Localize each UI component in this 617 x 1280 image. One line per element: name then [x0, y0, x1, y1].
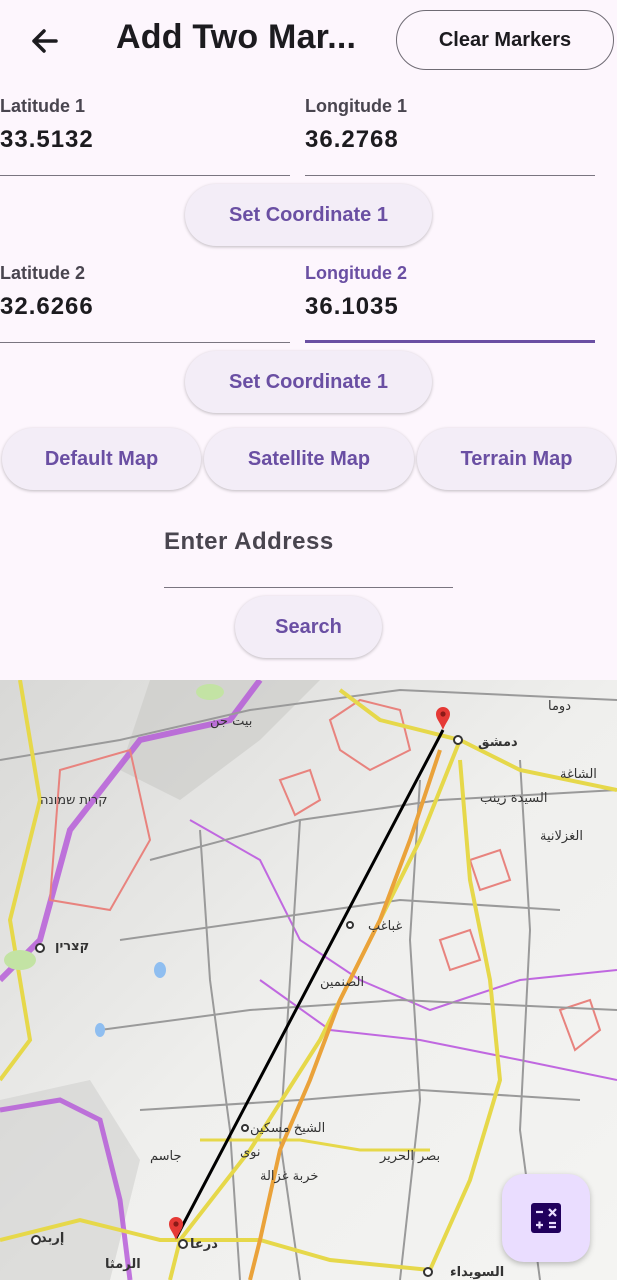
field-underline — [305, 174, 595, 176]
longitude-1-value[interactable]: 36.2768 — [305, 126, 399, 154]
map-label: الشاغة — [560, 767, 597, 782]
map-label: دمشق — [478, 735, 518, 750]
longitude-1-field[interactable]: Longitude 1 36.2768 — [305, 96, 595, 176]
calculate-icon — [531, 1203, 561, 1233]
page-title: Add Two Mar... — [116, 18, 357, 56]
terrain-map-button[interactable]: Terrain Map — [417, 428, 616, 490]
map-label: غباغب — [368, 919, 402, 934]
vegetation — [4, 950, 36, 970]
field-underline — [164, 586, 453, 588]
town-dot — [453, 735, 463, 745]
map-label: دوما — [548, 699, 571, 714]
town-dot — [31, 1235, 41, 1245]
water — [95, 1023, 105, 1037]
app-bar: Add Two Mar... Clear Markers — [0, 0, 617, 82]
search-button[interactable]: Search — [235, 596, 382, 658]
latitude-1-value[interactable]: 33.5132 — [0, 126, 94, 154]
town-dot — [241, 1124, 249, 1132]
longitude-1-label: Longitude 1 — [305, 96, 407, 116]
map-label: بصر الحرير — [379, 1149, 440, 1164]
latitude-1-field[interactable]: Latitude 1 33.5132 — [0, 96, 290, 176]
map-label: קצרין — [55, 939, 89, 954]
address-placeholder: Enter Address — [164, 528, 334, 555]
map-label: السيدة زينب — [480, 791, 547, 806]
latitude-2-label: Latitude 2 — [0, 263, 86, 283]
longitude-2-field[interactable]: Longitude 2 36.1035 — [305, 263, 595, 343]
map-label: إربد — [40, 1231, 64, 1246]
field-underline-focused — [305, 340, 595, 343]
vegetation — [196, 684, 224, 700]
map-label: بيت جن — [210, 714, 252, 729]
set-coordinate-1-button[interactable]: Set Coordinate 1 — [185, 184, 432, 246]
field-underline — [0, 174, 290, 176]
map-label: نوى — [240, 1145, 261, 1160]
field-underline — [0, 341, 290, 343]
town-dot — [178, 1239, 188, 1249]
town-dot — [423, 1267, 433, 1277]
latitude-2-field[interactable]: Latitude 2 32.6266 — [0, 263, 290, 343]
map-label: الصنمين — [320, 975, 364, 990]
map-label: درعا — [190, 1237, 218, 1252]
calculate-fab[interactable] — [502, 1174, 590, 1262]
arrow-back-icon — [32, 29, 58, 53]
longitude-2-label: Longitude 2 — [305, 263, 407, 283]
map-label: جاسم — [150, 1149, 182, 1164]
map-label: קרית שמונה — [40, 793, 107, 808]
latitude-2-value[interactable]: 32.6266 — [0, 293, 94, 321]
longitude-2-value[interactable]: 36.1035 — [305, 293, 399, 321]
latitude-1-label: Latitude 1 — [0, 96, 86, 116]
map-label: خربة غزالة — [260, 1169, 318, 1184]
set-coordinate-2-button[interactable]: Set Coordinate 1 — [185, 351, 432, 413]
default-map-button[interactable]: Default Map — [2, 428, 201, 490]
water — [154, 962, 166, 978]
satellite-map-button[interactable]: Satellite Map — [204, 428, 414, 490]
clear-markers-button[interactable]: Clear Markers — [396, 10, 614, 70]
map-label: الشيخ مسكين — [250, 1121, 325, 1136]
back-button[interactable] — [22, 20, 68, 62]
address-input[interactable]: Enter Address — [164, 524, 453, 588]
town-dot — [35, 943, 45, 953]
town-dot — [346, 921, 354, 929]
map-label: السويداء — [450, 1265, 504, 1280]
map-label: الرمثا — [105, 1257, 141, 1272]
map-label: الغزلانية — [540, 829, 583, 844]
